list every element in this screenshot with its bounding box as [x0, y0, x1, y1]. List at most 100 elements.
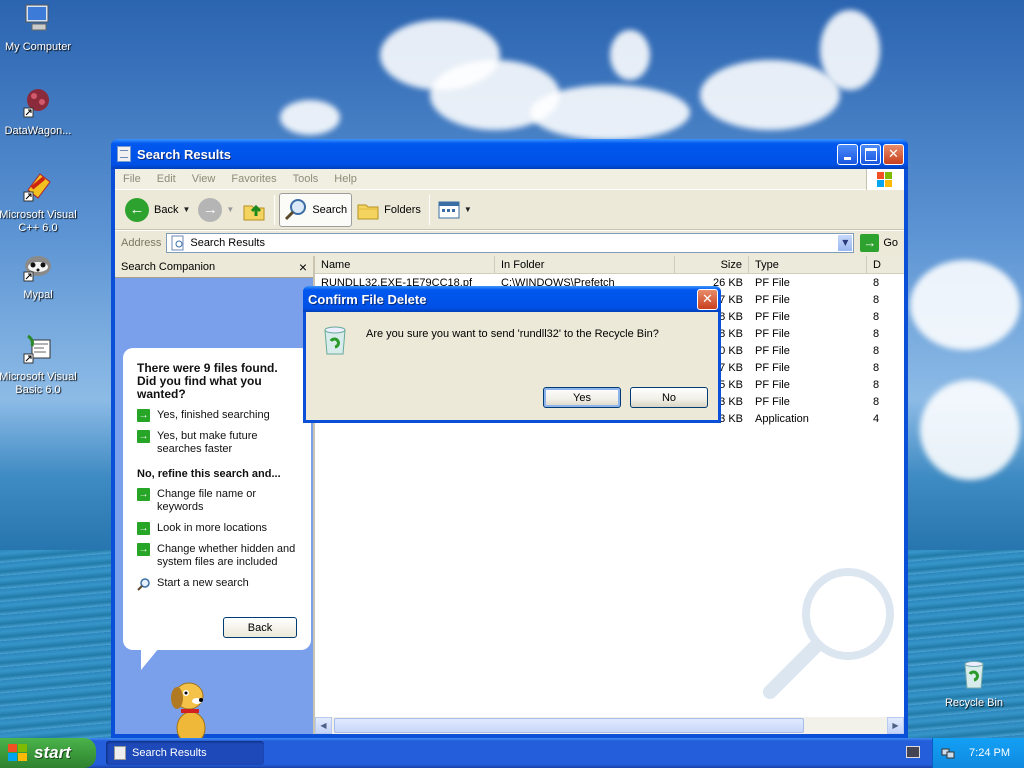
date-cell: 8 — [873, 310, 880, 323]
green-arrow-icon: → — [137, 488, 150, 501]
option-label: Start a new search — [157, 577, 249, 589]
window-client: File Edit View Favorites Tools Help ← Ba… — [115, 169, 904, 748]
column-date[interactable]: D — [867, 256, 887, 273]
date-cell: 8 — [873, 361, 880, 374]
forward-dropdown-icon[interactable]: ▼ — [226, 205, 234, 214]
views-button[interactable]: ▼ — [434, 193, 476, 227]
column-in-folder[interactable]: In Folder — [495, 256, 675, 273]
option-label: Look in more locations — [157, 522, 268, 534]
desktop-icon-mypal[interactable]: Mypal — [0, 250, 78, 302]
scroll-thumb[interactable] — [334, 718, 804, 733]
menu-favorites[interactable]: Favorites — [223, 173, 284, 185]
menu-view[interactable]: View — [184, 173, 224, 185]
recycle-bin-icon — [964, 661, 984, 689]
folders-icon — [357, 204, 379, 219]
results-found-heading: There were 9 files found. Did you find w… — [137, 361, 278, 401]
search-button[interactable]: Search — [279, 192, 353, 227]
close-companion-icon[interactable]: × — [299, 259, 307, 275]
search-label: Search — [312, 203, 348, 216]
type-cell: PF File — [755, 361, 790, 374]
search-icon — [285, 198, 307, 220]
keyboard-icon[interactable] — [906, 746, 920, 758]
cloud — [920, 380, 1020, 480]
option-label: Change whether hidden and system files a… — [157, 543, 296, 568]
desktop-icon-datawagon[interactable]: DataWagon... — [0, 86, 78, 138]
desktop-icon-visual-cpp[interactable]: Microsoft Visual C++ 6.0 — [0, 170, 78, 235]
search-results-small-icon — [171, 235, 184, 250]
maximize-button[interactable] — [860, 143, 881, 165]
option-more-locations[interactable]: → Look in more locations — [137, 522, 299, 535]
search-companion-pane: Search Companion × There were 9 files fo… — [115, 256, 315, 748]
scroll-left-icon[interactable]: ◀ — [315, 717, 332, 734]
address-bar: Address Search Results ▼ → Go — [115, 230, 904, 254]
option-new-search[interactable]: Start a new search — [137, 577, 299, 591]
address-value: Search Results — [190, 236, 265, 249]
cloud — [610, 30, 650, 80]
yes-button[interactable]: Yes — [543, 387, 621, 408]
type-cell: Application — [755, 412, 809, 425]
scroll-right-icon[interactable]: ▶ — [887, 717, 904, 734]
cloud — [700, 60, 840, 130]
desktop-icon-visual-basic[interactable]: Microsoft Visual Basic 6.0 — [0, 332, 78, 397]
dialog-title: Confirm File Delete — [308, 291, 427, 307]
date-cell: 8 — [873, 378, 880, 391]
back-button[interactable]: ← Back ▼ — [121, 193, 194, 227]
toolbar-separator — [428, 194, 430, 225]
system-tray: 7:24 PM — [932, 738, 1024, 768]
magnifier-icon — [137, 578, 150, 591]
close-button[interactable]: ✕ — [883, 143, 904, 165]
option-finished-searching[interactable]: → Yes, finished searching — [137, 409, 299, 422]
type-cell: PF File — [755, 344, 790, 357]
menu-edit[interactable]: Edit — [149, 173, 184, 185]
type-cell: PF File — [755, 310, 790, 323]
menu-file[interactable]: File — [115, 173, 149, 185]
up-folder-icon — [243, 204, 265, 220]
minimize-button[interactable] — [837, 143, 858, 165]
date-cell: 8 — [873, 344, 880, 357]
views-dropdown-icon[interactable]: ▼ — [464, 205, 472, 214]
clock[interactable]: 7:24 PM — [969, 747, 1010, 759]
refine-heading: No, refine this search and... — [137, 468, 281, 480]
up-folder-button[interactable] — [238, 193, 270, 227]
menu-tools[interactable]: Tools — [285, 173, 327, 185]
back-dropdown-icon[interactable]: ▼ — [182, 205, 190, 214]
address-dropdown-icon[interactable]: ▼ — [837, 233, 854, 252]
windows-flag-icon — [8, 744, 28, 762]
no-button[interactable]: No — [630, 387, 708, 408]
option-change-file-name[interactable]: → Change file name or keywords — [137, 488, 299, 514]
option-hidden-files[interactable]: → Change whether hidden and system files… — [137, 543, 299, 569]
confirm-file-delete-dialog: Confirm File Delete ✕ Are you sure you w… — [303, 286, 721, 423]
windows-flag-icon — [877, 172, 893, 187]
type-cell: PF File — [755, 395, 790, 408]
go-button[interactable]: → Go — [854, 233, 904, 252]
address-field[interactable]: Search Results ▼ — [166, 232, 855, 253]
column-size[interactable]: Size — [675, 256, 749, 273]
search-results-window: Search Results ✕ File Edit View Favorite… — [111, 139, 908, 748]
folders-button[interactable]: Folders — [352, 193, 425, 227]
desktop-icon-label: Mypal — [23, 289, 53, 301]
dialog-titlebar[interactable]: Confirm File Delete ✕ — [303, 286, 721, 312]
menu-help[interactable]: Help — [326, 173, 365, 185]
taskbar-item-search-results[interactable]: Search Results — [106, 741, 264, 765]
forward-button[interactable]: → ▼ — [194, 193, 238, 227]
visual-cpp-icon — [23, 173, 51, 202]
column-name[interactable]: Name — [315, 256, 495, 273]
desktop-icon-label: My Computer — [4, 41, 72, 53]
option-faster-searches[interactable]: → Yes, but make future searches faster — [137, 430, 299, 456]
companion-back-button[interactable]: Back — [223, 617, 297, 638]
desktop-icon-recycle-bin[interactable]: Recycle Bin — [934, 658, 1014, 710]
green-arrow-icon: → — [137, 522, 150, 535]
search-companion-body: There were 9 files found. Did you find w… — [115, 278, 313, 748]
column-headers: Name In Folder Size Type D — [315, 256, 904, 274]
network-icon[interactable] — [941, 746, 955, 760]
dialog-message: Are you sure you want to send 'rundll32'… — [366, 328, 659, 340]
column-type[interactable]: Type — [749, 256, 867, 273]
start-button[interactable]: start — [0, 738, 96, 768]
desktop-icon-label: Microsoft Visual Basic 6.0 — [0, 371, 77, 396]
back-arrow-icon: ← — [125, 197, 149, 222]
windows-logo — [866, 169, 904, 190]
desktop-icon-my-computer[interactable]: My Computer — [0, 2, 78, 54]
window-titlebar[interactable]: Search Results ✕ — [111, 139, 908, 169]
horizontal-scrollbar[interactable]: ◀ ▶ — [315, 717, 904, 734]
dialog-close-button[interactable]: ✕ — [697, 288, 718, 310]
